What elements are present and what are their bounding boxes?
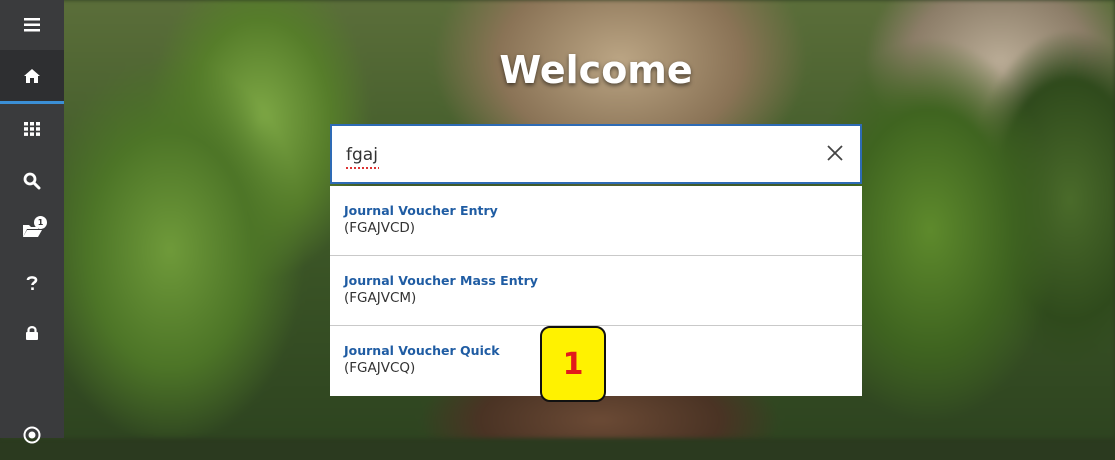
sidebar-item-recent[interactable]: 1 [0, 205, 64, 255]
search-result-item[interactable]: Journal Voucher Mass Entry (FGAJVCM) [330, 256, 862, 326]
search-icon [23, 172, 41, 190]
sidebar-item-home[interactable] [0, 50, 64, 104]
result-code: (FGAJVCM) [344, 290, 417, 306]
result-code: (FGAJVCD) [344, 220, 416, 236]
user-circle-icon [23, 426, 41, 444]
menu-icon [24, 18, 40, 32]
help-icon [26, 276, 38, 290]
menu-button[interactable] [0, 0, 64, 50]
notification-badge: 1 [34, 216, 47, 229]
sidebar-item-applications[interactable] [0, 104, 64, 154]
sidebar-item-profile[interactable] [0, 410, 64, 460]
sidebar-item-search[interactable] [0, 156, 64, 206]
sidebar-item-signout[interactable] [0, 308, 64, 358]
apps-grid-icon [24, 122, 40, 136]
search-input[interactable] [346, 140, 786, 170]
spellcheck-underline [346, 167, 379, 169]
sidebar-item-help[interactable] [0, 258, 64, 308]
search-result-item[interactable]: Journal Voucher Entry (FGAJVCD) [330, 186, 862, 256]
welcome-title: Welcome [499, 48, 693, 92]
search-box [330, 124, 862, 184]
lock-icon [26, 326, 38, 340]
step-callout: 1 [540, 326, 606, 402]
result-title[interactable]: Journal Voucher Mass Entry [344, 273, 848, 289]
close-icon[interactable] [824, 142, 846, 164]
result-title[interactable]: Journal Voucher Entry [344, 203, 848, 219]
home-icon [24, 68, 40, 83]
sidebar: 1 [0, 0, 64, 444]
